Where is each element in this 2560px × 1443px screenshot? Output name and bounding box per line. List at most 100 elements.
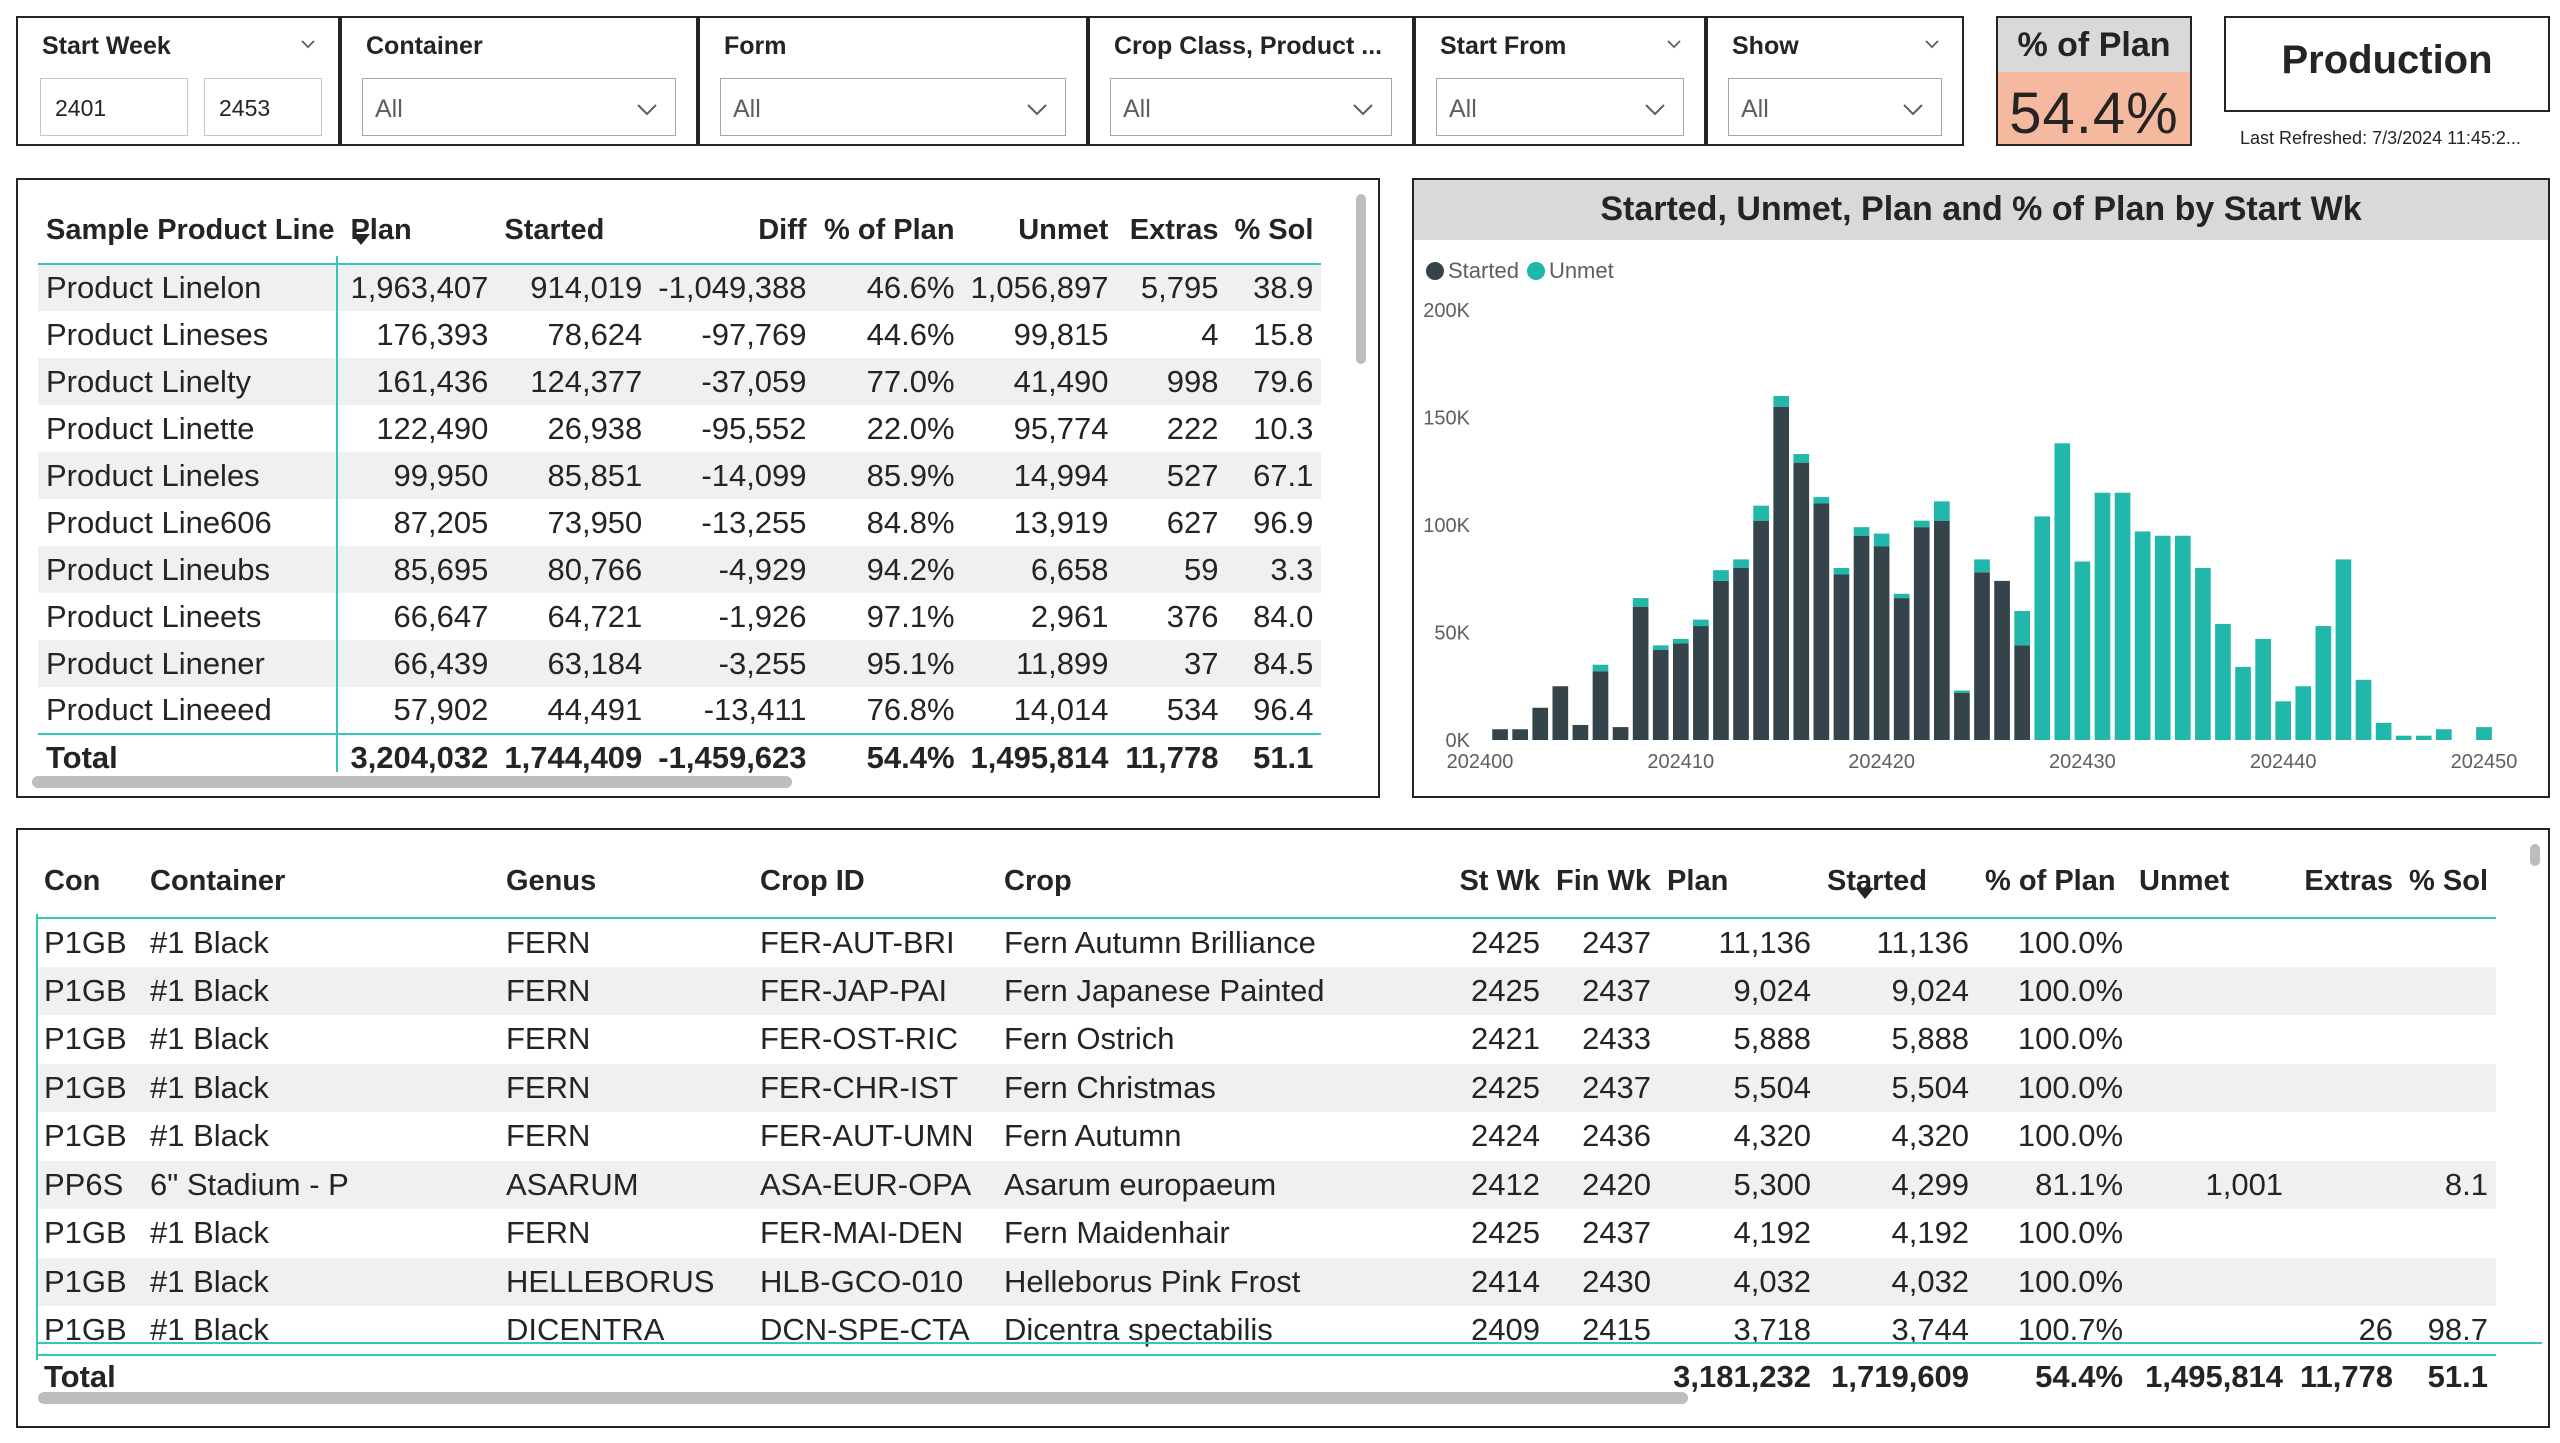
table-row[interactable]: Product Lineses 176,393 78,624 -97,769 44.6%… <box>38 311 1321 358</box>
start-from-dropdown[interactable]: All <box>1436 78 1684 136</box>
bar-started[interactable] <box>1532 707 1549 740</box>
bar-started[interactable] <box>1833 574 1850 740</box>
bar-unmet[interactable] <box>2255 638 2271 740</box>
bar-unmet[interactable] <box>2195 568 2211 740</box>
table-row[interactable]: P1GB #1 Black DICENTRA DCN-SPE-CTA Dicentra … <box>36 1306 2496 1355</box>
bar-unmet[interactable] <box>1913 520 1930 528</box>
bar-unmet[interactable] <box>1652 645 1669 650</box>
bar-unmet[interactable] <box>2174 535 2191 740</box>
table-row[interactable]: Product Lineubs 85,695 80,766 -4,929 94.2% 6,… <box>38 546 1322 593</box>
bar-unmet[interactable] <box>2395 735 2412 740</box>
chevron-down-icon[interactable] <box>1666 36 1682 52</box>
bar-started[interactable] <box>1793 462 1810 740</box>
bar-started[interactable] <box>1492 729 1508 740</box>
column-header[interactable]: Diff <box>650 198 815 265</box>
bar-unmet[interactable] <box>1853 527 1870 536</box>
column-header[interactable]: Started <box>496 198 651 265</box>
bar-started[interactable] <box>1512 729 1528 740</box>
bar-started[interactable] <box>1652 649 1669 740</box>
sort-descending-icon[interactable] <box>1856 888 1874 899</box>
bar-started[interactable] <box>1572 724 1589 740</box>
bar-started[interactable] <box>1713 580 1729 740</box>
bar-unmet[interactable] <box>2154 535 2171 740</box>
table-row[interactable]: Product Linette 122,490 26,938 -95,552 22.0%… <box>38 405 1321 452</box>
bar-started[interactable] <box>1672 643 1689 740</box>
bar-unmet[interactable] <box>1934 501 1950 521</box>
bar-unmet[interactable] <box>2415 735 2432 740</box>
column-header[interactable]: Crop ID <box>752 846 996 919</box>
bar-unmet[interactable] <box>2315 626 2332 740</box>
table-row[interactable]: P1GB #1 Black FERN FER-MAI-DEN Fern Maidenha… <box>36 1209 2496 1258</box>
column-header[interactable]: Plan <box>1659 846 1820 919</box>
table-row[interactable]: Product Lineeed 57,902 44,491 -13,411 76.8% 1… <box>38 687 1321 734</box>
bar-unmet[interactable] <box>2215 623 2231 740</box>
bar-unmet[interactable] <box>1632 598 1649 607</box>
bar-started[interactable] <box>1632 606 1649 740</box>
column-header[interactable]: Con <box>36 846 142 919</box>
bar-started[interactable] <box>1913 527 1930 740</box>
bar-unmet[interactable] <box>1733 559 1749 568</box>
table-row[interactable]: P1GB #1 Black FERN FER-JAP-PAI Fern Japanese… <box>36 966 2497 1015</box>
bar-unmet[interactable] <box>2054 443 2071 740</box>
bar-started[interactable] <box>1753 520 1769 740</box>
table-row[interactable]: P1GB #1 Black HELLEBORUS HLB-GCO-010 Hellebo… <box>36 1257 2497 1306</box>
bar-unmet[interactable] <box>1592 664 1609 672</box>
column-header[interactable]: Sample Product Line <box>38 198 343 265</box>
column-header[interactable]: Container <box>142 846 498 919</box>
chevron-down-icon[interactable] <box>1924 36 1940 52</box>
bar-unmet[interactable] <box>1873 533 1890 547</box>
bar-started[interactable] <box>1934 520 1950 740</box>
horizontal-scrollbar[interactable] <box>32 776 792 788</box>
start-week-to-input[interactable]: 2453 <box>204 78 322 136</box>
column-header[interactable]: Crop <box>996 846 1436 919</box>
bar-unmet[interactable] <box>2134 531 2151 740</box>
bar-unmet[interactable] <box>1833 568 1850 575</box>
column-header[interactable]: Plan <box>342 198 497 265</box>
bar-unmet[interactable] <box>2355 679 2372 740</box>
bar-unmet[interactable] <box>2235 666 2251 740</box>
bar-unmet[interactable] <box>2074 561 2091 740</box>
sort-descending-icon[interactable] <box>352 234 370 245</box>
bar-unmet[interactable] <box>2034 516 2051 740</box>
table-row[interactable]: Product Linelon 1,963,407 914,019 -1,049,38… <box>38 264 1322 311</box>
column-header[interactable]: Extras <box>2291 846 2402 919</box>
table-row[interactable]: P1GB #1 Black FERN FER-AUT-BRI Fern Autumn B… <box>36 918 2496 967</box>
bar-started[interactable] <box>1733 568 1749 740</box>
bar-started[interactable] <box>1693 626 1709 740</box>
vertical-scrollbar[interactable] <box>1356 194 1366 364</box>
bar-started[interactable] <box>1893 598 1910 740</box>
column-header[interactable]: % Sol <box>2401 846 2497 919</box>
bar-unmet[interactable] <box>1693 619 1709 627</box>
bar-unmet[interactable] <box>2094 492 2111 740</box>
container-dropdown[interactable]: All <box>362 78 676 136</box>
bar-started[interactable] <box>1974 572 1990 740</box>
bar-unmet[interactable] <box>2436 729 2452 740</box>
table-row[interactable]: Product Line606 87,205 73,950 -13,255 84.8% 1… <box>38 499 1321 546</box>
chevron-down-icon[interactable] <box>300 36 316 52</box>
bar-started[interactable] <box>1773 406 1790 740</box>
column-header[interactable]: Unmet <box>962 198 1117 265</box>
column-header[interactable]: St Wk <box>1436 846 1548 919</box>
bar-unmet[interactable] <box>1773 396 1790 407</box>
bar-started[interactable] <box>1612 727 1629 740</box>
bar-unmet[interactable] <box>2476 727 2492 740</box>
horizontal-scrollbar[interactable] <box>38 1392 1688 1404</box>
bar-started[interactable] <box>1853 535 1870 740</box>
column-header[interactable]: % Sol <box>1226 198 1322 265</box>
bar-unmet[interactable] <box>2375 722 2392 740</box>
bar-unmet[interactable] <box>2014 611 2030 646</box>
column-header[interactable]: % of Plan <box>814 198 963 265</box>
bar-started[interactable] <box>2014 645 2030 740</box>
bar-unmet[interactable] <box>1672 638 1689 644</box>
bar-started[interactable] <box>1873 546 1890 741</box>
vertical-scrollbar[interactable] <box>2530 844 2540 866</box>
bar-unmet[interactable] <box>2114 492 2131 740</box>
form-dropdown[interactable]: All <box>720 78 1066 136</box>
bar-started[interactable] <box>1994 580 2010 740</box>
column-header[interactable]: Fin Wk <box>1548 846 1660 919</box>
column-header[interactable]: Extras <box>1116 198 1227 265</box>
bar-unmet[interactable] <box>1813 497 1830 504</box>
table-row[interactable]: Product Lineles 99,950 85,851 -14,099 85.9% 1… <box>38 452 1322 499</box>
bar-started[interactable] <box>1813 503 1830 741</box>
bar-unmet[interactable] <box>1713 570 1729 581</box>
